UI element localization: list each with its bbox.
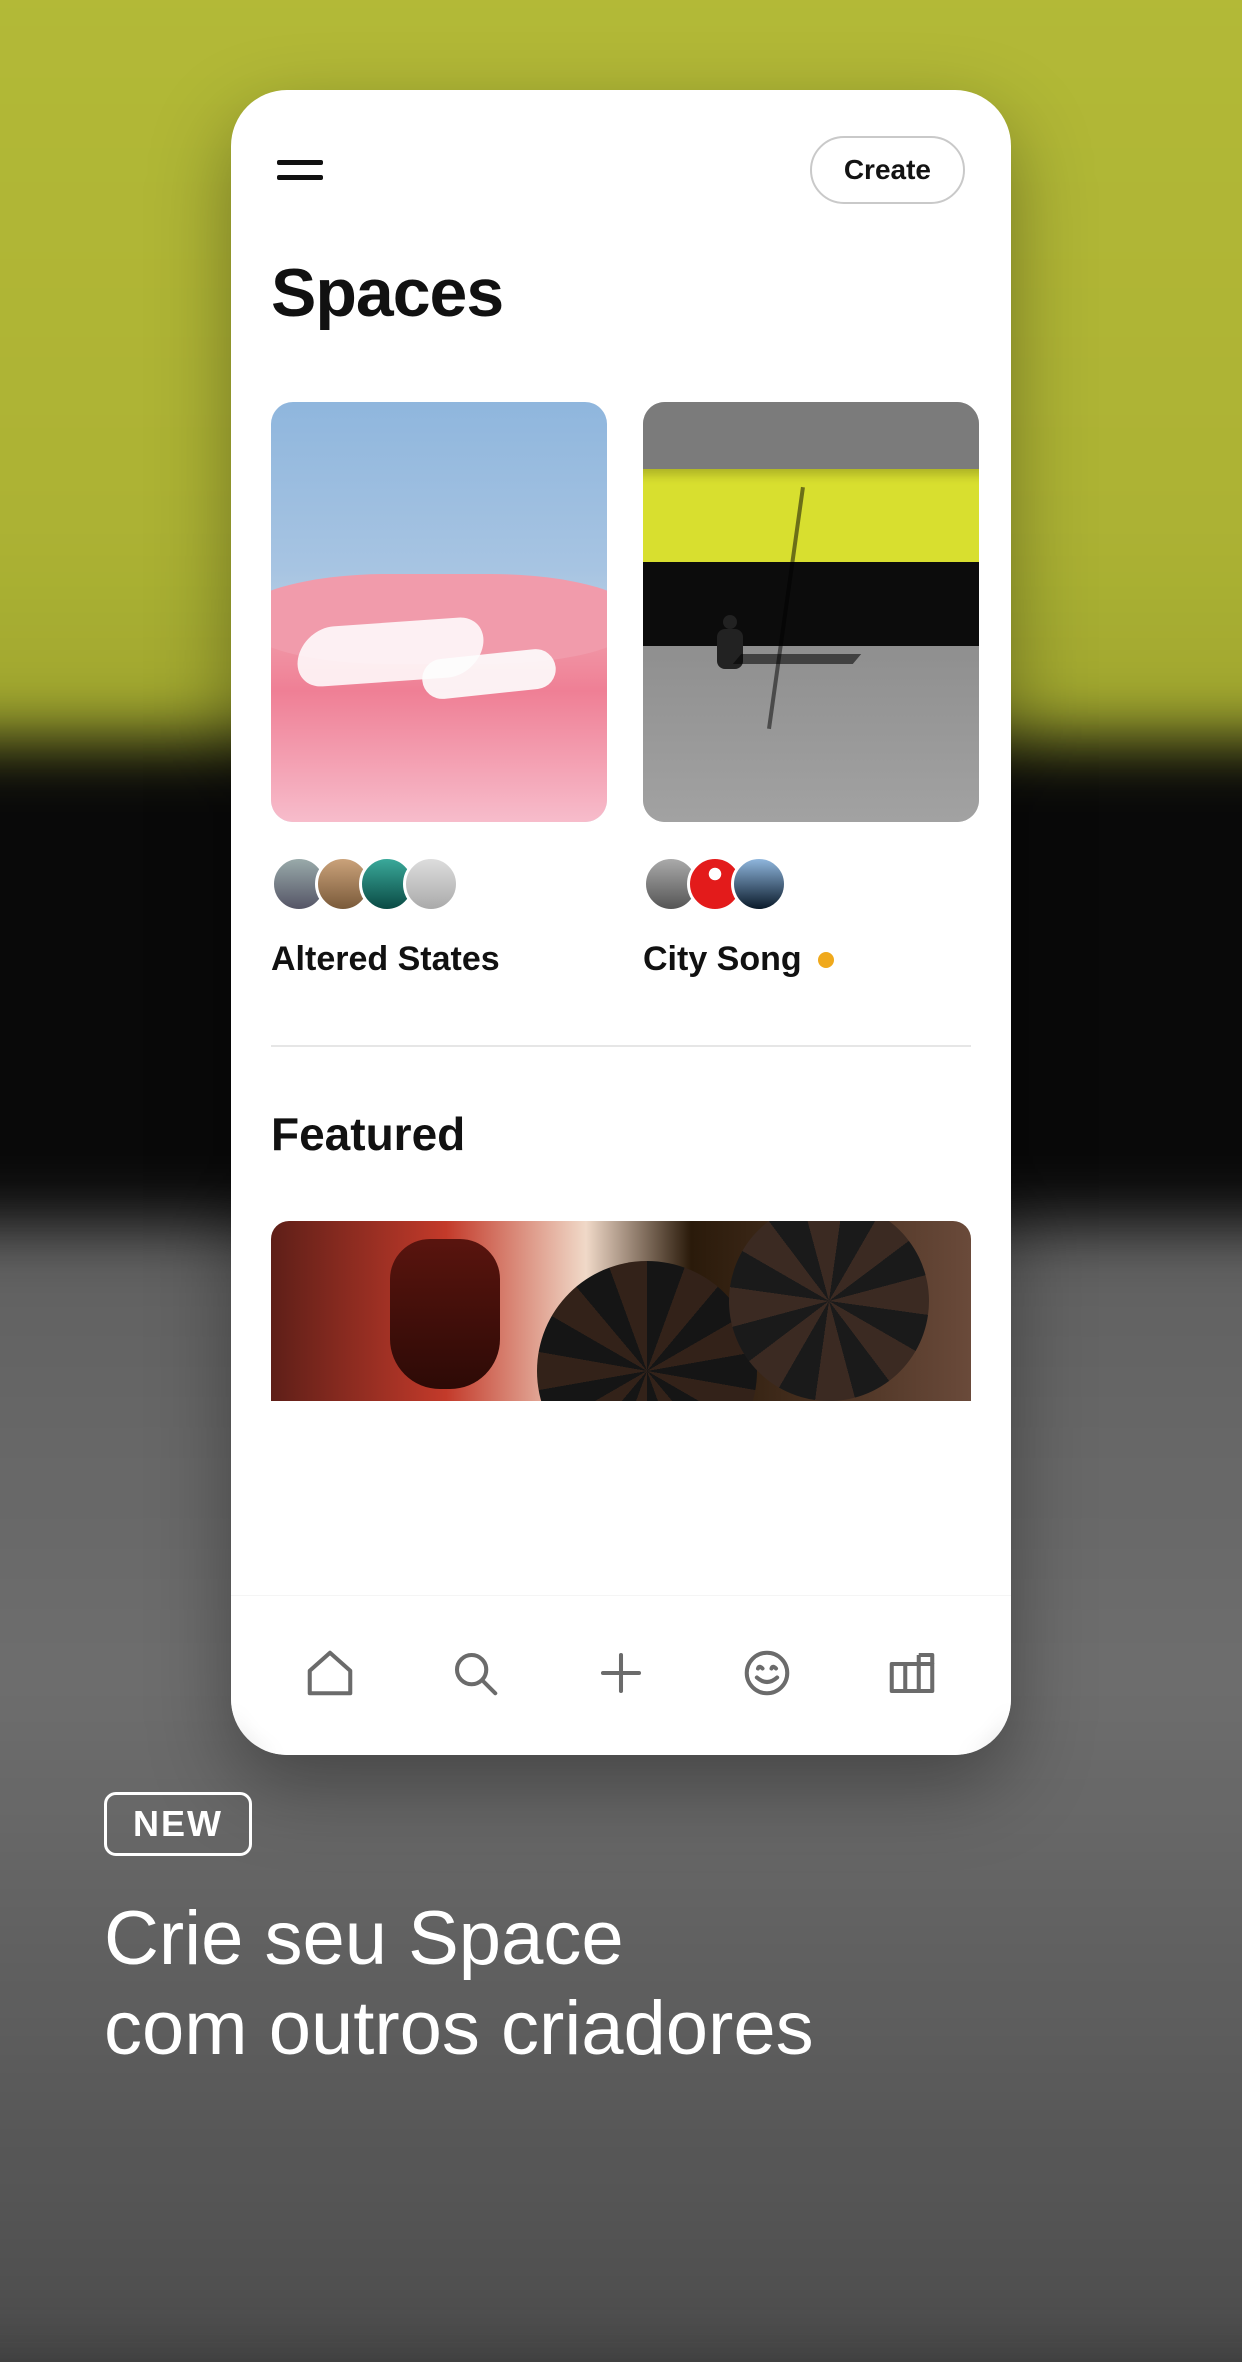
tab-add[interactable]: [589, 1644, 653, 1708]
new-badge: NEW: [104, 1792, 252, 1856]
tab-spaces[interactable]: [880, 1644, 944, 1708]
page-title: Spaces: [271, 254, 971, 332]
phone-frame: Create Spaces A: [231, 90, 1011, 1755]
tab-home[interactable]: [298, 1644, 362, 1708]
avatar: [731, 856, 787, 912]
space-card-city-song[interactable]: City Song: [643, 402, 979, 979]
tab-bar: [231, 1595, 1011, 1755]
promo-title: Crie seu Space com outros criadores: [104, 1894, 1138, 2073]
tab-activity[interactable]: [735, 1644, 799, 1708]
avatar-row: [271, 856, 607, 912]
divider: [271, 1045, 971, 1047]
avatar: [403, 856, 459, 912]
space-title: City Song: [643, 940, 802, 979]
home-icon: [303, 1646, 357, 1705]
space-card-altered-states[interactable]: Altered States: [271, 402, 607, 979]
space-thumbnail: [271, 402, 607, 822]
new-dot-icon: [818, 952, 834, 968]
smile-icon: [740, 1646, 794, 1705]
promo-overlay: NEW Crie seu Space com outros criadores: [104, 1792, 1138, 2073]
app-header: Create: [231, 90, 1011, 224]
create-button[interactable]: Create: [810, 136, 965, 204]
spaces-row: Altered States: [271, 402, 971, 979]
search-icon: [448, 1646, 502, 1705]
space-title: Altered States: [271, 940, 500, 979]
section-title-featured: Featured: [271, 1107, 971, 1161]
space-thumbnail: [643, 402, 979, 822]
grid-icon: [885, 1646, 939, 1705]
avatar-row: [643, 856, 979, 912]
app-body: Spaces Altered States: [231, 224, 1011, 1595]
featured-thumbnail[interactable]: [271, 1221, 971, 1401]
plus-icon: [594, 1646, 648, 1705]
tab-search[interactable]: [443, 1644, 507, 1708]
menu-icon[interactable]: [277, 155, 323, 185]
